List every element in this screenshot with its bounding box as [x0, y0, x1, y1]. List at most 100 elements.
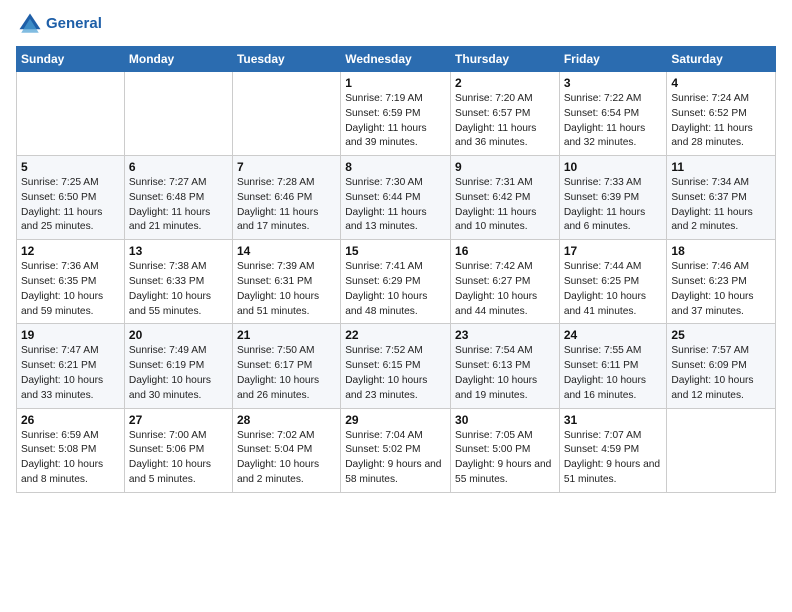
day-number: 20 [129, 328, 228, 342]
day-number: 2 [455, 76, 555, 90]
day-cell-19: 19 Sunrise: 7:47 AMSunset: 6:21 PMDayligh… [17, 324, 125, 408]
day-number: 22 [345, 328, 446, 342]
day-info: Sunrise: 7:47 AMSunset: 6:21 PMDaylight:… [21, 344, 120, 403]
day-cell-4: 4Sunrise: 7:24 AMSunset: 6:52 PMDaylight… [667, 72, 776, 156]
day-info: Sunrise: 7:19 AMSunset: 6:59 PMDaylight:… [345, 92, 446, 151]
day-number: 24 [564, 328, 663, 342]
day-info: Sunrise: 7:27 AMSunset: 6:48 PMDaylight:… [129, 176, 228, 235]
day-info: Sunrise: 7:04 AMSunset: 5:02 PMDaylight:… [345, 429, 446, 488]
col-header-sunday: Sunday [17, 47, 125, 72]
day-cell-1: 1 Sunrise: 7:19 AMSunset: 6:59 PMDaylight… [341, 72, 451, 156]
day-number: 7 [237, 160, 336, 174]
day-number: 14 [237, 244, 336, 258]
header-row: SundayMondayTuesdayWednesdayThursdayFrid… [17, 47, 776, 72]
week-row-1: 1 Sunrise: 7:19 AMSunset: 6:59 PMDaylight… [17, 72, 776, 156]
day-info: Sunrise: 7:33 AMSunset: 6:39 PMDaylight:… [564, 176, 663, 235]
day-number: 26 [21, 413, 120, 427]
day-cell-15: 15 Sunrise: 7:41 AMSunset: 6:29 PMDayligh… [341, 240, 451, 324]
day-number: 25 [671, 328, 771, 342]
day-number: 21 [237, 328, 336, 342]
day-info: Sunrise: 7:07 AMSunset: 4:59 PMDaylight:… [564, 429, 663, 488]
day-cell-10: 10 Sunrise: 7:33 AMSunset: 6:39 PMDayligh… [559, 156, 667, 240]
week-row-3: 12 Sunrise: 7:36 AMSunset: 6:35 PMDayligh… [17, 240, 776, 324]
day-info: Sunrise: 7:54 AMSunset: 6:13 PMDaylight:… [455, 344, 555, 403]
col-header-friday: Friday [559, 47, 667, 72]
day-info: Sunrise: 7:00 AMSunset: 5:06 PMDaylight:… [129, 429, 228, 488]
day-number: 1 [345, 76, 446, 90]
header: General [16, 10, 776, 38]
day-info: Sunrise: 7:57 AMSunset: 6:09 PMDaylight:… [671, 344, 771, 403]
week-row-2: 5 Sunrise: 7:25 AMSunset: 6:50 PMDaylight… [17, 156, 776, 240]
day-cell-28: 28 Sunrise: 7:02 AMSunset: 5:04 PMDayligh… [232, 408, 340, 492]
day-info: Sunrise: 7:31 AMSunset: 6:42 PMDaylight:… [455, 176, 555, 235]
day-number: 19 [21, 328, 120, 342]
day-number: 17 [564, 244, 663, 258]
day-cell-12: 12 Sunrise: 7:36 AMSunset: 6:35 PMDayligh… [17, 240, 125, 324]
day-cell-27: 27 Sunrise: 7:00 AMSunset: 5:06 PMDayligh… [124, 408, 232, 492]
logo: General [16, 10, 102, 38]
day-cell-7: 7Sunrise: 7:28 AMSunset: 6:46 PMDaylight… [232, 156, 340, 240]
day-number: 6 [129, 160, 228, 174]
day-number: 18 [671, 244, 771, 258]
day-info: Sunrise: 7:49 AMSunset: 6:19 PMDaylight:… [129, 344, 228, 403]
day-info: Sunrise: 7:02 AMSunset: 5:04 PMDaylight:… [237, 429, 336, 488]
week-row-4: 19 Sunrise: 7:47 AMSunset: 6:21 PMDayligh… [17, 324, 776, 408]
day-cell-25: 25 Sunrise: 7:57 AMSunset: 6:09 PMDayligh… [667, 324, 776, 408]
day-info: Sunrise: 7:05 AMSunset: 5:00 PMDaylight:… [455, 429, 555, 488]
day-info: Sunrise: 7:30 AMSunset: 6:44 PMDaylight:… [345, 176, 446, 235]
day-number: 13 [129, 244, 228, 258]
col-header-monday: Monday [124, 47, 232, 72]
day-cell-17: 17 Sunrise: 7:44 AMSunset: 6:25 PMDayligh… [559, 240, 667, 324]
day-cell-21: 21 Sunrise: 7:50 AMSunset: 6:17 PMDayligh… [232, 324, 340, 408]
day-info: Sunrise: 7:36 AMSunset: 6:35 PMDaylight:… [21, 260, 120, 319]
day-cell-2: 2 Sunrise: 7:20 AMSunset: 6:57 PMDaylight… [451, 72, 560, 156]
day-info: Sunrise: 7:41 AMSunset: 6:29 PMDaylight:… [345, 260, 446, 319]
day-number: 27 [129, 413, 228, 427]
day-cell-13: 13 Sunrise: 7:38 AMSunset: 6:33 PMDayligh… [124, 240, 232, 324]
day-info: Sunrise: 7:20 AMSunset: 6:57 PMDaylight:… [455, 92, 555, 151]
empty-cell [667, 408, 776, 492]
day-info: Sunrise: 7:38 AMSunset: 6:33 PMDaylight:… [129, 260, 228, 319]
day-cell-23: 23 Sunrise: 7:54 AMSunset: 6:13 PMDayligh… [451, 324, 560, 408]
day-cell-24: 24 Sunrise: 7:55 AMSunset: 6:11 PMDayligh… [559, 324, 667, 408]
page: General SundayMondayTuesdayWednesdayThur… [0, 0, 792, 612]
day-cell-6: 6 Sunrise: 7:27 AMSunset: 6:48 PMDaylight… [124, 156, 232, 240]
day-info: Sunrise: 7:22 AMSunset: 6:54 PMDaylight:… [564, 92, 663, 151]
day-number: 9 [455, 160, 555, 174]
day-cell-26: 26 Sunrise: 6:59 AMSunset: 5:08 PMDayligh… [17, 408, 125, 492]
day-cell-5: 5 Sunrise: 7:25 AMSunset: 6:50 PMDaylight… [17, 156, 125, 240]
empty-cell [124, 72, 232, 156]
day-number: 23 [455, 328, 555, 342]
day-cell-8: 8 Sunrise: 7:30 AMSunset: 6:44 PMDaylight… [341, 156, 451, 240]
day-cell-22: 22 Sunrise: 7:52 AMSunset: 6:15 PMDayligh… [341, 324, 451, 408]
day-number: 11 [671, 160, 771, 174]
day-info: Sunrise: 7:50 AMSunset: 6:17 PMDaylight:… [237, 344, 336, 403]
empty-cell [232, 72, 340, 156]
day-number: 5 [21, 160, 120, 174]
week-row-5: 26 Sunrise: 6:59 AMSunset: 5:08 PMDayligh… [17, 408, 776, 492]
day-cell-14: 14Sunrise: 7:39 AMSunset: 6:31 PMDayligh… [232, 240, 340, 324]
day-cell-3: 3Sunrise: 7:22 AMSunset: 6:54 PMDaylight… [559, 72, 667, 156]
day-number: 12 [21, 244, 120, 258]
day-info: Sunrise: 7:25 AMSunset: 6:50 PMDaylight:… [21, 176, 120, 235]
col-header-wednesday: Wednesday [341, 47, 451, 72]
day-info: Sunrise: 6:59 AMSunset: 5:08 PMDaylight:… [21, 429, 120, 488]
day-cell-29: 29 Sunrise: 7:04 AMSunset: 5:02 PMDayligh… [341, 408, 451, 492]
day-number: 10 [564, 160, 663, 174]
day-info: Sunrise: 7:44 AMSunset: 6:25 PMDaylight:… [564, 260, 663, 319]
day-number: 29 [345, 413, 446, 427]
day-number: 8 [345, 160, 446, 174]
day-info: Sunrise: 7:55 AMSunset: 6:11 PMDaylight:… [564, 344, 663, 403]
col-header-thursday: Thursday [451, 47, 560, 72]
day-number: 31 [564, 413, 663, 427]
day-cell-18: 18Sunrise: 7:46 AMSunset: 6:23 PMDayligh… [667, 240, 776, 324]
day-info: Sunrise: 7:52 AMSunset: 6:15 PMDaylight:… [345, 344, 446, 403]
day-info: Sunrise: 7:34 AMSunset: 6:37 PMDaylight:… [671, 176, 771, 235]
logo-text: General [46, 15, 102, 32]
col-header-tuesday: Tuesday [232, 47, 340, 72]
day-number: 15 [345, 244, 446, 258]
day-number: 28 [237, 413, 336, 427]
day-number: 30 [455, 413, 555, 427]
day-number: 4 [671, 76, 771, 90]
day-cell-11: 11 Sunrise: 7:34 AMSunset: 6:37 PMDayligh… [667, 156, 776, 240]
